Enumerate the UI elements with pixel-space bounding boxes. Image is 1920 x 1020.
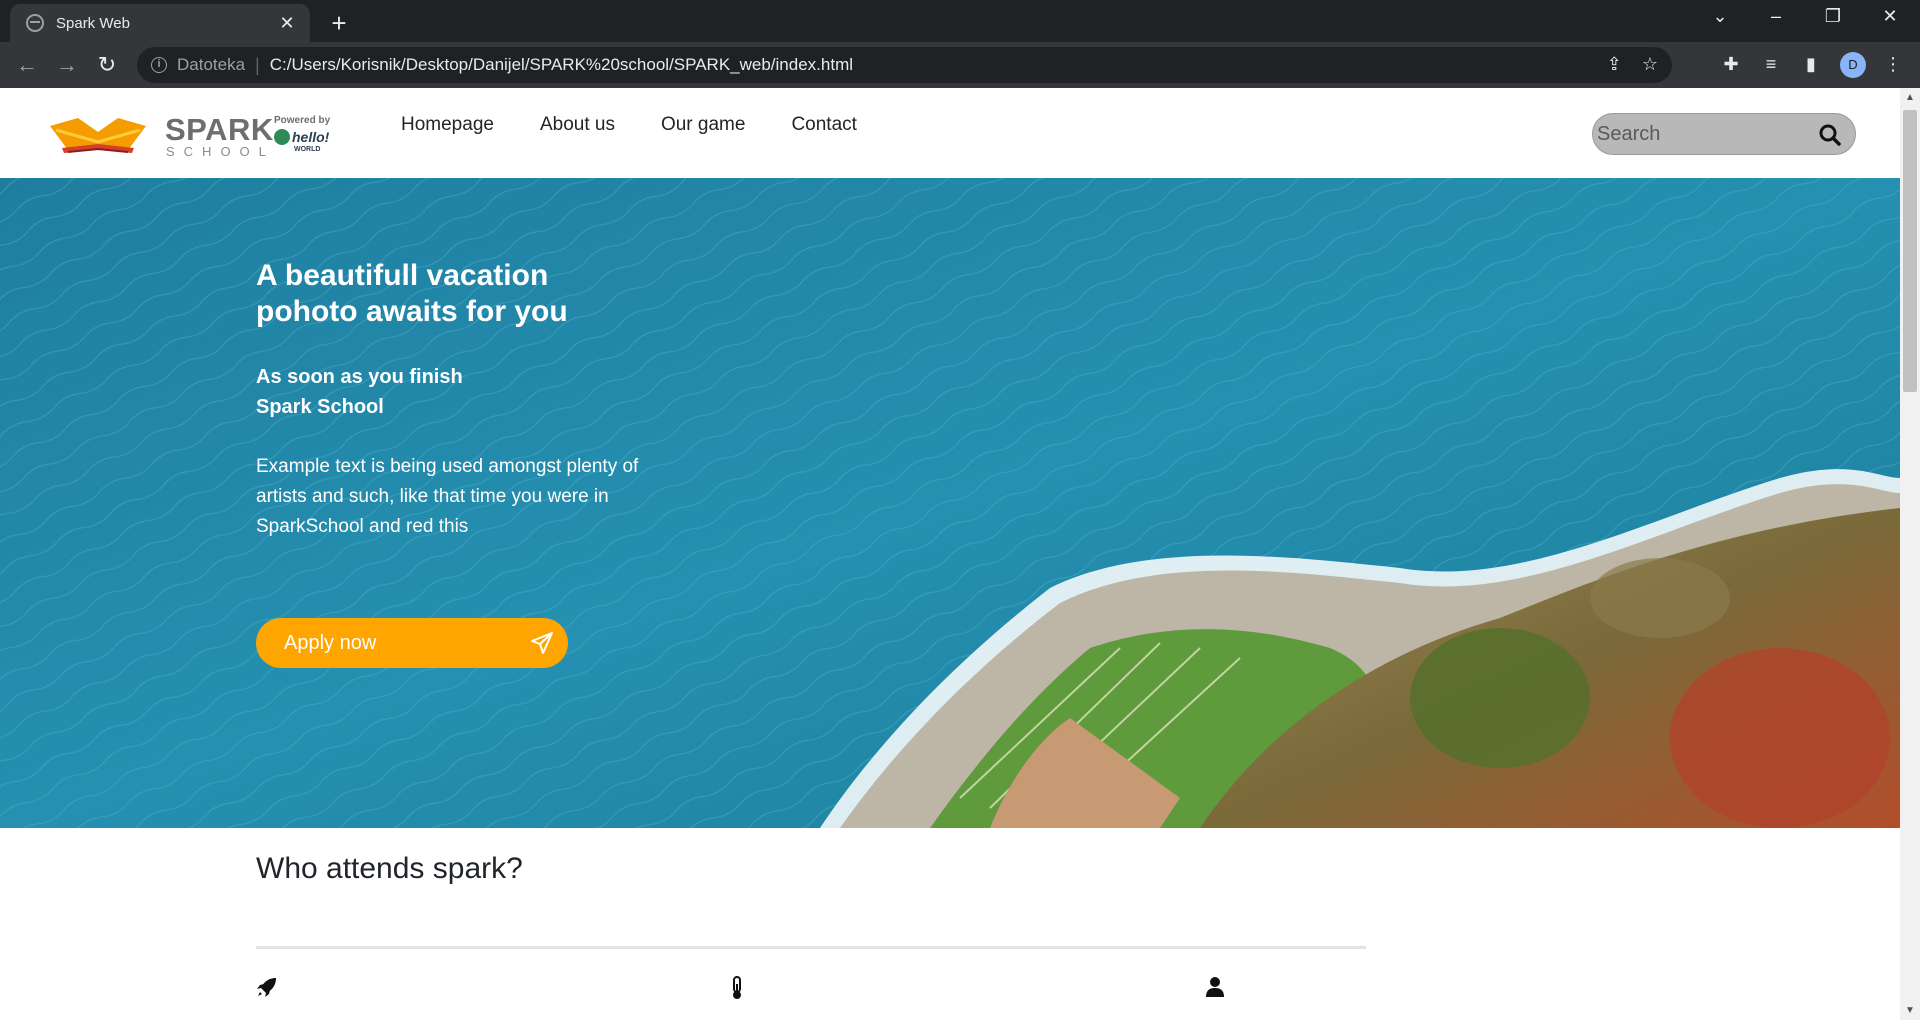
- profile-avatar[interactable]: D: [1840, 52, 1866, 78]
- tab-search-icon[interactable]: ⌄: [1700, 6, 1740, 27]
- info-icon[interactable]: i: [151, 57, 167, 73]
- book-logo-icon: [50, 118, 146, 153]
- scheme-label: Datoteka: [177, 55, 246, 74]
- share-icon[interactable]: ⇪: [1607, 54, 1622, 75]
- nav-about-us[interactable]: About us: [540, 114, 615, 136]
- hero-section: A beautifull vacation pohoto awaits for …: [0, 178, 1900, 828]
- hero-subtitle: As soon as you finish Spark School: [256, 366, 463, 418]
- section-title: Who attends spark?: [256, 852, 523, 885]
- close-window-button[interactable]: ✕: [1870, 6, 1910, 27]
- search-icon[interactable]: [1819, 124, 1841, 146]
- nav-contact[interactable]: Contact: [791, 114, 856, 136]
- restore-button[interactable]: ❐: [1813, 6, 1853, 27]
- separator: |: [255, 54, 260, 75]
- browser-tabbar: Spark Web ✕ + ⌄ – ❐ ✕: [0, 0, 1920, 42]
- nav-homepage[interactable]: Homepage: [401, 114, 494, 136]
- apply-now-label: Apply now: [284, 631, 377, 654]
- close-tab-icon[interactable]: ✕: [276, 13, 298, 34]
- hero-text: A beautifull vacation pohoto awaits for …: [256, 258, 676, 542]
- reload-icon[interactable]: ↻: [92, 52, 122, 78]
- nav-our-game[interactable]: Our game: [661, 114, 745, 136]
- divider: [256, 946, 1366, 949]
- main-nav: Homepage About us Our game Contact: [401, 114, 857, 136]
- menu-icon[interactable]: ⋮: [1880, 54, 1906, 75]
- rocket-icon: [257, 978, 276, 997]
- paper-plane-icon: [531, 632, 553, 654]
- apply-now-button[interactable]: Apply now: [256, 618, 568, 668]
- scroll-down-icon[interactable]: ▼: [1905, 1005, 1915, 1016]
- user-icon: [1206, 977, 1224, 997]
- globe-logo-icon: [274, 129, 290, 145]
- partner-logo: hello!: [274, 129, 329, 145]
- forward-icon[interactable]: →: [52, 52, 82, 78]
- hero-body: Example text is being used amongst plent…: [256, 456, 639, 537]
- site-logo[interactable]: SPARK. SCHOOL Powered by hello! WORLD: [48, 110, 338, 160]
- tab-title: Spark Web: [56, 14, 130, 32]
- search-input[interactable]: [1597, 120, 1817, 148]
- logo-brand: SPARK.: [165, 112, 282, 147]
- browser-tab[interactable]: Spark Web ✕: [10, 4, 310, 42]
- browser-toolbar: ← → ↻ i Datoteka | C:/Users/Korisnik/Des…: [0, 42, 1920, 88]
- thermometer-icon: [733, 976, 741, 999]
- bookmark-star-icon[interactable]: ☆: [1642, 54, 1658, 75]
- who-attends-section: Who attends spark?: [0, 828, 1900, 1020]
- media-icon[interactable]: ≡: [1758, 54, 1784, 75]
- minimize-button[interactable]: –: [1756, 6, 1796, 27]
- search-box: [1592, 113, 1856, 155]
- back-icon[interactable]: ←: [12, 52, 42, 78]
- scroll-up-icon[interactable]: ▲: [1905, 92, 1915, 103]
- url-text[interactable]: C:/Users/Korisnik/Desktop/Danijel/SPARK%…: [270, 55, 853, 75]
- globe-icon: [26, 14, 44, 32]
- side-panel-icon[interactable]: ▮: [1798, 54, 1824, 75]
- partner-sub: WORLD: [294, 146, 321, 153]
- site-header: SPARK. SCHOOL Powered by hello! WORLD Ho…: [0, 88, 1900, 178]
- logo-sub: SCHOOL: [166, 144, 275, 159]
- extensions-icon[interactable]: ✚: [1718, 54, 1744, 75]
- page-scrollbar[interactable]: ▲ ▼: [1900, 88, 1920, 1020]
- powered-by-label: Powered by: [274, 115, 331, 126]
- page-viewport: SPARK. SCHOOL Powered by hello! WORLD Ho…: [0, 88, 1920, 1020]
- hero-title: A beautifull vacation pohoto awaits for …: [256, 259, 568, 328]
- new-tab-button[interactable]: +: [325, 8, 353, 39]
- scrollbar-thumb[interactable]: [1903, 110, 1917, 392]
- address-bar[interactable]: i Datoteka | C:/Users/Korisnik/Desktop/D…: [137, 47, 1672, 83]
